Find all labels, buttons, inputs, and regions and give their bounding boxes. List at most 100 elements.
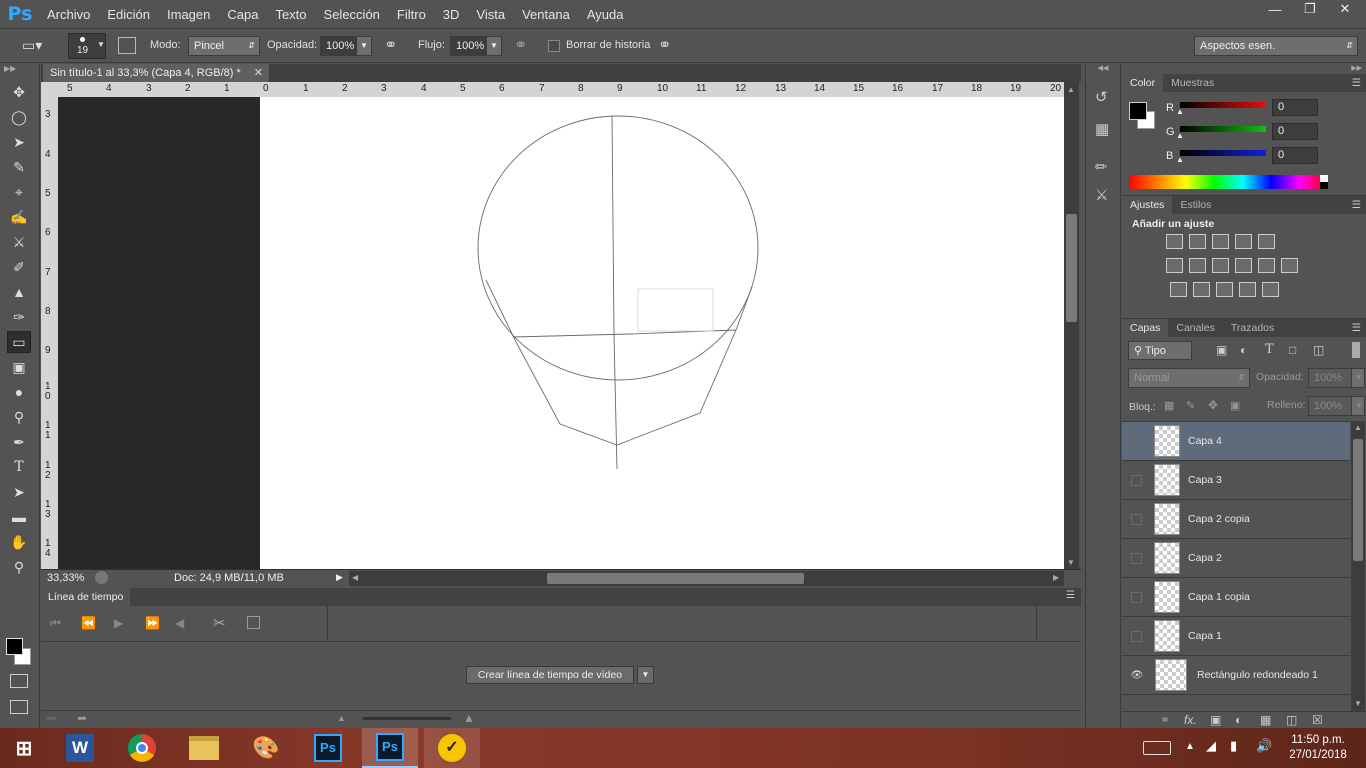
color-lookup-icon[interactable] — [1281, 258, 1298, 273]
layers-scrollbar[interactable]: ▲ ▼ — [1351, 421, 1365, 711]
brightness-contrast-icon[interactable] — [1166, 234, 1183, 249]
zoom-in-timeline-icon[interactable]: ▲ — [463, 711, 475, 725]
visibility-toggle[interactable] — [1131, 552, 1142, 564]
tab-trazados[interactable]: Trazados — [1223, 319, 1282, 337]
blur-tool-icon[interactable]: ● — [7, 381, 31, 403]
new-group-icon[interactable]: ▦ — [1260, 713, 1271, 727]
next-frame-icon[interactable]: ⏩ — [145, 616, 160, 630]
channel-mixer-icon[interactable] — [1258, 258, 1275, 273]
render-icon[interactable]: ➦ — [77, 711, 87, 725]
status-arrow-icon[interactable]: ▶ — [336, 572, 343, 583]
layer-opacity-dropdown[interactable]: ▼ — [1351, 368, 1365, 388]
opacity-field[interactable]: 100% — [320, 36, 356, 56]
color-balance-icon[interactable] — [1189, 258, 1206, 273]
menu-imagen[interactable]: Imagen — [167, 7, 210, 22]
layer-row[interactable]: Capa 1 copia — [1122, 578, 1350, 617]
layer-row[interactable]: Capa 1 — [1122, 617, 1350, 656]
history-brush-icon[interactable]: ✑ — [7, 306, 31, 328]
add-mask-icon[interactable]: ▣ — [1210, 713, 1221, 727]
windows-start-icon[interactable]: ⊞ — [4, 730, 44, 766]
dodge-tool-icon[interactable]: ⚲ — [7, 406, 31, 428]
document-canvas[interactable] — [260, 97, 1064, 569]
document-tab[interactable]: Sin título-1 al 33,3% (Capa 4, RGB/8) * … — [43, 64, 269, 82]
threshold-icon[interactable] — [1216, 282, 1233, 297]
panel-menu-icon[interactable]: ☰ — [1352, 77, 1361, 89]
zoom-out-timeline-icon[interactable]: ▲ — [337, 713, 346, 723]
channel-value-field[interactable]: 0 — [1272, 99, 1318, 116]
battery-icon[interactable]: ▮ — [1230, 738, 1237, 754]
keyboard-icon[interactable] — [1143, 741, 1171, 755]
visibility-toggle[interactable] — [1131, 591, 1142, 603]
marquee-tool-icon[interactable]: ◯ — [7, 106, 31, 128]
hue-saturation-icon[interactable] — [1166, 258, 1183, 273]
layer-row[interactable]: Capa 2 copia — [1122, 500, 1350, 539]
channel-slider[interactable] — [1180, 102, 1266, 108]
visibility-toggle[interactable] — [1131, 630, 1142, 642]
panel-menu-icon[interactable]: ☰ — [1352, 322, 1361, 334]
black-white-icon[interactable] — [1212, 258, 1229, 273]
eraser-preset-icon[interactable]: ▭▾ — [22, 37, 50, 55]
path-selection-icon[interactable]: ➤ — [7, 481, 31, 503]
show-hidden-icons-icon[interactable]: ▲ — [1185, 741, 1195, 752]
panel-menu-icon[interactable]: ☰ — [1352, 199, 1361, 211]
channel-value-field[interactable]: 0 — [1272, 123, 1318, 140]
eraser-tool-icon[interactable]: ▭ — [7, 331, 31, 353]
tab-capas[interactable]: Capas — [1122, 319, 1169, 337]
tab-ajustes[interactable]: Ajustes — [1122, 196, 1173, 214]
fill-field[interactable]: 100% — [1308, 396, 1352, 416]
filter-adjustment-icon[interactable]: ◐ — [1240, 343, 1247, 357]
airbrush-icon[interactable]: ⚭ — [514, 35, 527, 55]
photoshop-icon[interactable]: Ps — [308, 730, 348, 766]
eye-icon[interactable]: 👁 — [1122, 670, 1152, 681]
flow-dropdown[interactable]: ▼ — [486, 36, 502, 56]
vibrance-icon[interactable] — [1258, 234, 1275, 249]
scroll-thumb[interactable] — [1066, 214, 1077, 322]
healing-brush-icon[interactable]: ⚔ — [7, 231, 31, 253]
workspace-select[interactable]: Aspectos esen. ⇵ — [1194, 36, 1358, 56]
slider-handle-icon[interactable]: ▲ — [1176, 107, 1184, 116]
exposure-icon[interactable] — [1235, 234, 1252, 249]
collapse-dock-icon[interactable]: ◀◀ — [1086, 64, 1120, 74]
lasso-tool-icon[interactable]: ➤ — [7, 131, 31, 153]
photo-filter-icon[interactable] — [1235, 258, 1252, 273]
lock-position-icon[interactable]: ✥ — [1208, 398, 1218, 412]
quick-mask-icon[interactable] — [10, 674, 28, 688]
pen-tool-icon[interactable]: ✒ — [7, 431, 31, 453]
play-icon[interactable]: ▶ — [114, 616, 123, 630]
layer-row[interactable]: Capa 2 — [1122, 539, 1350, 578]
filter-toggle[interactable] — [1352, 342, 1360, 358]
first-frame-icon[interactable]: ⏮ — [50, 616, 61, 631]
scroll-up-arrow-icon[interactable]: ▲ — [1354, 423, 1362, 432]
timeline-zoom-slider[interactable] — [363, 717, 451, 720]
close-button[interactable]: ✕ — [1330, 0, 1360, 18]
pressure-size-icon[interactable]: ⚭ — [658, 35, 671, 55]
new-layer-icon[interactable]: ◫ — [1286, 713, 1297, 727]
zoom-level[interactable]: 33,33% — [47, 572, 84, 584]
restore-button[interactable]: ❐ — [1295, 0, 1325, 18]
color-spectrum-bar[interactable] — [1129, 175, 1328, 189]
curves-icon[interactable] — [1212, 234, 1229, 249]
minimize-button[interactable]: — — [1260, 0, 1290, 18]
channel-slider[interactable] — [1180, 150, 1266, 156]
hand-tool-icon[interactable]: ✋ — [7, 531, 31, 553]
3d-panel-icon[interactable]: ▦ — [1095, 120, 1111, 140]
brush-presets-icon[interactable]: ✏ — [1095, 158, 1111, 178]
lock-transparency-icon[interactable]: ▦ — [1164, 399, 1174, 412]
opacity-dropdown[interactable]: ▼ — [356, 36, 372, 56]
filter-type-icon[interactable]: T — [1265, 342, 1274, 357]
collapse-toolbar-icon[interactable]: ▶▶ — [0, 64, 39, 78]
menu-archivo[interactable]: Archivo — [47, 7, 90, 22]
move-tool-icon[interactable]: ✥ — [7, 81, 31, 103]
photoshop-icon[interactable]: Ps — [362, 728, 418, 768]
menu-capa[interactable]: Capa — [227, 7, 258, 22]
visibility-toggle[interactable] — [1131, 435, 1142, 447]
link-layers-icon[interactable]: ⚭ — [1160, 713, 1170, 727]
layer-row[interactable]: Capa 4 — [1122, 422, 1350, 461]
collapse-panels-icon[interactable]: ▶▶ — [1122, 64, 1366, 74]
shape-tool-icon[interactable]: ▬ — [7, 506, 31, 528]
frame-mode-icon[interactable]: ▫▫▫ — [47, 713, 57, 723]
menu-filtro[interactable]: Filtro — [397, 7, 426, 22]
file-explorer-icon[interactable] — [184, 730, 224, 766]
lock-pixels-icon[interactable]: ✎ — [1186, 399, 1195, 412]
brush-tool-icon[interactable]: ✐ — [7, 256, 31, 278]
